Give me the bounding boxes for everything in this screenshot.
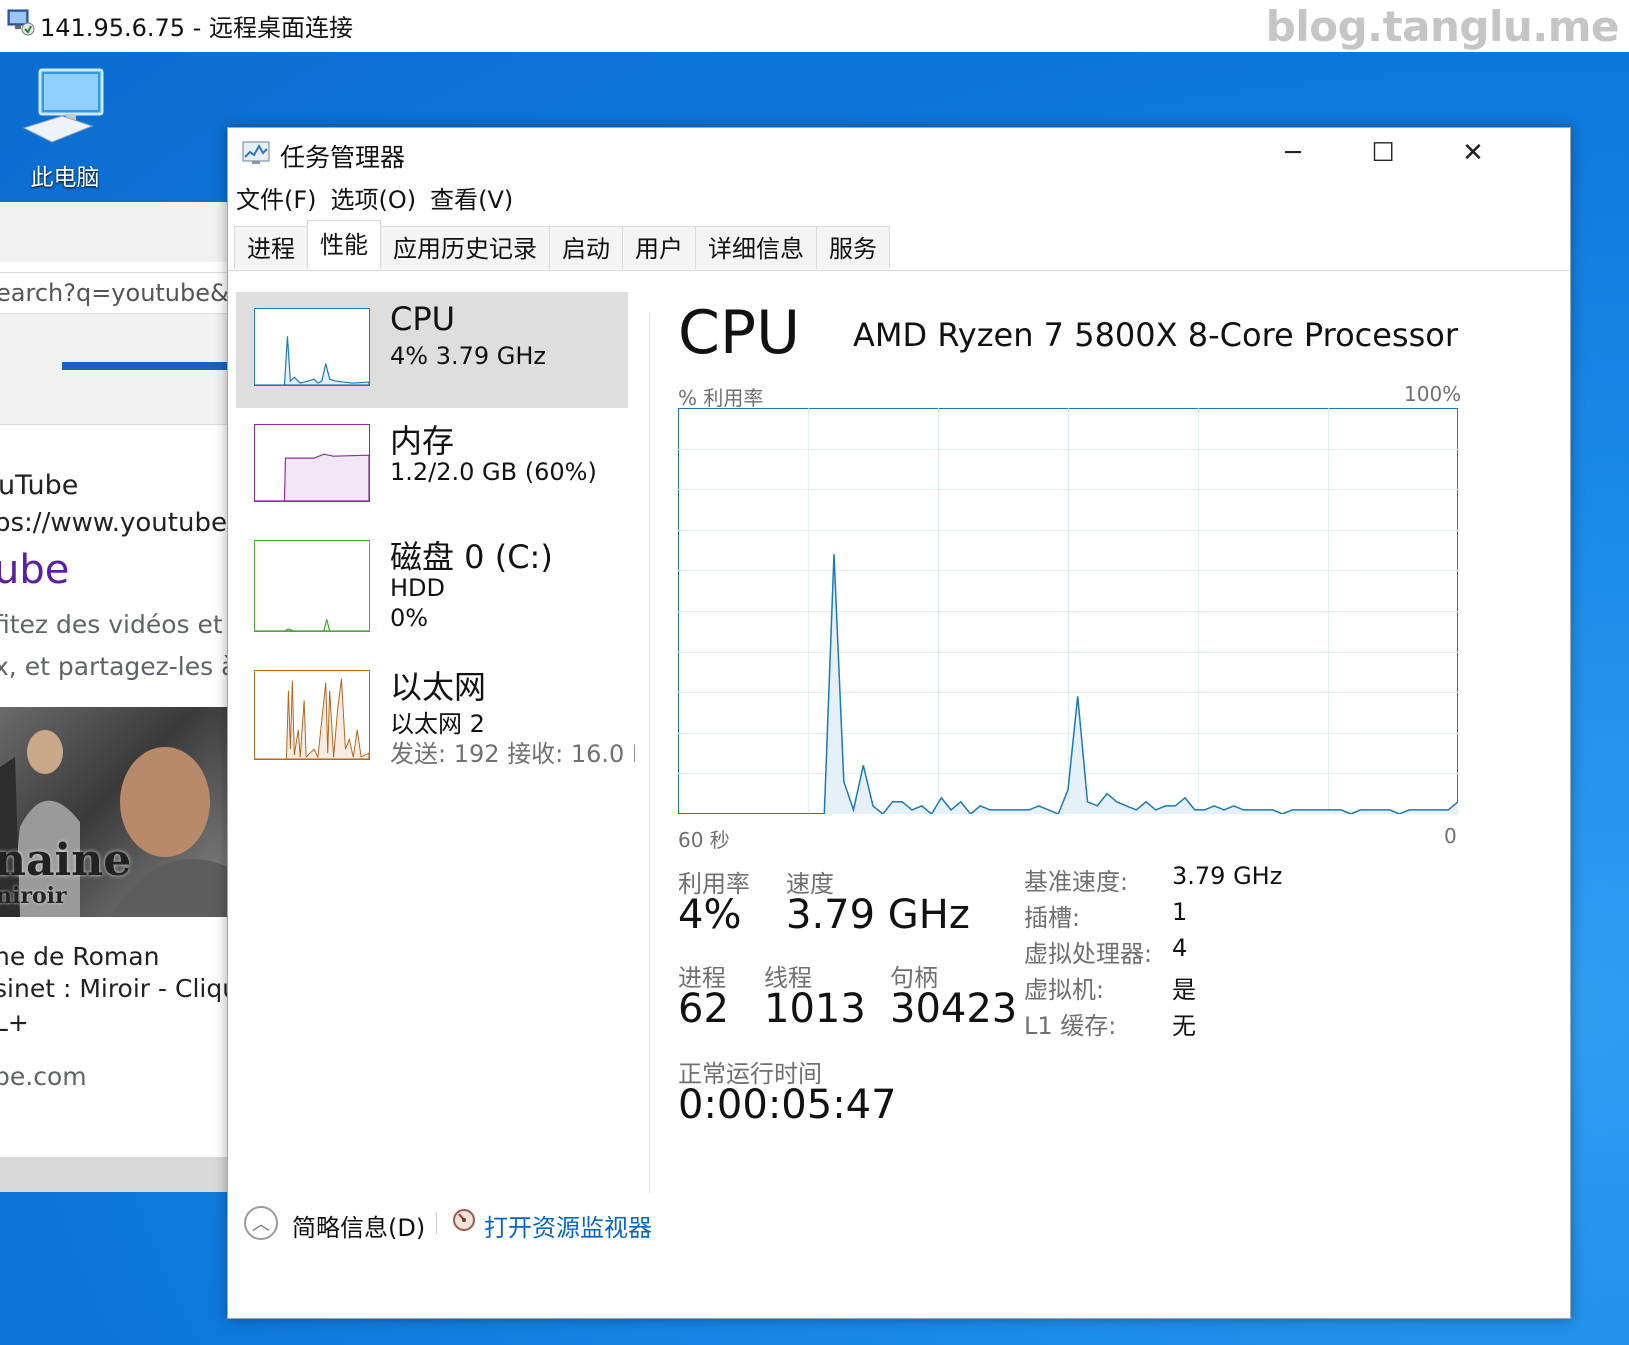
disk-mini-graph [254,540,370,632]
graph-x-left: 60 秒 [678,828,730,852]
tab-performance[interactable]: 性能 [307,220,381,269]
remote-desktop-icon [7,9,35,36]
video-title-line[interactable]: sinet : Miroir - Cliqu [0,974,228,1003]
tab-users[interactable]: 用户 [622,226,696,269]
tab-startup[interactable]: 启动 [549,226,623,269]
thumbnail-subcaption: niroir [0,883,67,909]
l1-cache-value: 无 [1172,1012,1196,1040]
resource-list: CPU 4% 3.79 GHz 内存 1.2/2.0 GB (60%) 磁盘 0… [236,292,635,1142]
maximize-icon: ☐ [1371,138,1395,168]
rdp-title: 141.95.6.75 - 远程桌面连接 [40,14,353,42]
resource-disk[interactable]: 磁盘 0 (C:) HDD 0% [236,524,628,640]
l1-cache-label: L1 缓存: [1024,1012,1117,1040]
collapse-chevron-icon[interactable]: ︿ [244,1206,278,1240]
resource-detail: 发送: 192 接收: 16.0 Kb [390,740,635,768]
ethernet-mini-graph [254,670,370,760]
cpu-utilization-graph [678,408,1458,814]
cpu-model: AMD Ryzen 7 5800X 8-Core Processor [853,316,1458,354]
processes-value: 62 [678,986,729,1032]
virtual-processors-label: 虚拟处理器: [1024,940,1153,968]
search-tab-indicator [62,362,228,370]
menu-bar: 文件(F) 选项(O) 查看(V) [236,180,527,220]
this-pc-label[interactable]: 此电脑 [0,158,130,192]
virtual-machine-value: 是 [1172,976,1196,1004]
resource-ethernet[interactable]: 以太网 以太网 2 发送: 192 接收: 16.0 Kb [236,654,635,784]
speed-value: 3.79 GHz [786,892,970,938]
threads-value: 1013 [764,986,866,1032]
video-title-line: L+ [0,1008,29,1037]
tab-processes[interactable]: 进程 [234,226,308,269]
browser-window: earch?q=youtube&s uTube ps://www.youtube… [0,202,228,1192]
watermark: blog.tanglu.me [1265,2,1620,51]
resource-memory[interactable]: 内存 1.2/2.0 GB (60%) [236,408,628,524]
resource-detail: HDD [390,574,446,602]
resource-name: CPU [390,300,456,338]
minimize-icon: ─ [1285,138,1301,168]
address-bar[interactable]: earch?q=youtube&s [0,272,228,314]
task-manager-titlebar[interactable]: 任务管理器 ─ ☐ ✕ [228,128,1570,178]
tab-divider [228,270,1570,271]
result-url[interactable]: ps://www.youtube. [0,508,228,538]
result-snippet-line: fitez des vidéos et [0,610,223,639]
browser-toolbar [0,202,228,262]
rdp-title-bar: 141.95.6.75 - 远程桌面连接 blog.tanglu.me [0,0,1629,52]
menu-file[interactable]: 文件(F) [236,180,325,220]
browser-scroll-area [0,1157,228,1192]
open-resource-monitor-link[interactable]: 打开资源监视器 [484,1208,652,1243]
memory-mini-graph [254,424,370,502]
utilization-value: 4% [678,892,742,938]
minimize-button[interactable]: ─ [1248,128,1338,178]
graph-x-right: 0 [1444,824,1457,848]
window-title: 任务管理器 [280,143,406,172]
resource-detail: 4% 3.79 GHz [390,342,547,370]
graph-y-label: % 利用率 [678,386,764,410]
result-title-link[interactable]: ube [0,547,69,593]
footer-separator [436,1212,437,1234]
video-thumbnail[interactable]: naine niroir [0,707,228,917]
tab-services[interactable]: 服务 [816,226,890,269]
resource-detail: 0% [390,604,429,632]
task-manager-window: 任务管理器 ─ ☐ ✕ 文件(F) 选项(O) 查看(V) 进程 性能 应用历史… [227,127,1571,1319]
video-title-line[interactable]: ne de Roman [0,942,159,971]
close-button[interactable]: ✕ [1428,128,1518,178]
video-domain: be.com [0,1062,87,1091]
result-site-name: uTube [0,470,79,501]
resource-detail: 1.2/2.0 GB (60%) [390,458,597,486]
sockets-value: 1 [1172,898,1188,926]
this-pc-icon[interactable] [22,66,108,146]
cpu-heading: CPU [678,298,800,368]
maximize-button[interactable]: ☐ [1338,128,1428,178]
sockets-label: 插槽: [1024,904,1081,932]
virtual-processors-value: 4 [1172,934,1188,962]
cpu-detail-panel: CPU AMD Ryzen 7 5800X 8-Core Processor %… [678,292,1558,1192]
thumbnail-caption: naine [0,835,132,886]
resource-name: 以太网 [390,668,487,706]
tab-details[interactable]: 详细信息 [695,226,817,269]
cpu-mini-graph [254,308,370,386]
resource-name: 内存 [390,422,455,460]
task-manager-icon [242,141,270,164]
tab-strip: 进程 性能 应用历史记录 启动 用户 详细信息 服务 [234,220,890,270]
fewer-details-button[interactable]: 简略信息(D) [292,1208,425,1243]
tab-app-history[interactable]: 应用历史记录 [380,226,550,269]
uptime-value: 0:00:05:47 [678,1082,897,1128]
result-snippet-line: x, et partagez-les à [0,652,228,681]
base-speed-label: 基准速度: [1024,868,1129,896]
panel-divider [649,313,650,1193]
resource-monitor-icon[interactable] [452,1208,476,1232]
handles-value: 30423 [890,986,1018,1032]
close-icon: ✕ [1462,138,1484,168]
menu-view[interactable]: 查看(V) [430,180,521,220]
base-speed-value: 3.79 GHz [1172,862,1283,890]
resource-name: 磁盘 0 (C:) [390,538,553,576]
graph-y-max: 100% [1404,382,1462,406]
menu-options[interactable]: 选项(O) [331,180,425,220]
resource-cpu[interactable]: CPU 4% 3.79 GHz [236,292,628,408]
virtual-machine-label: 虚拟机: [1024,976,1105,1004]
